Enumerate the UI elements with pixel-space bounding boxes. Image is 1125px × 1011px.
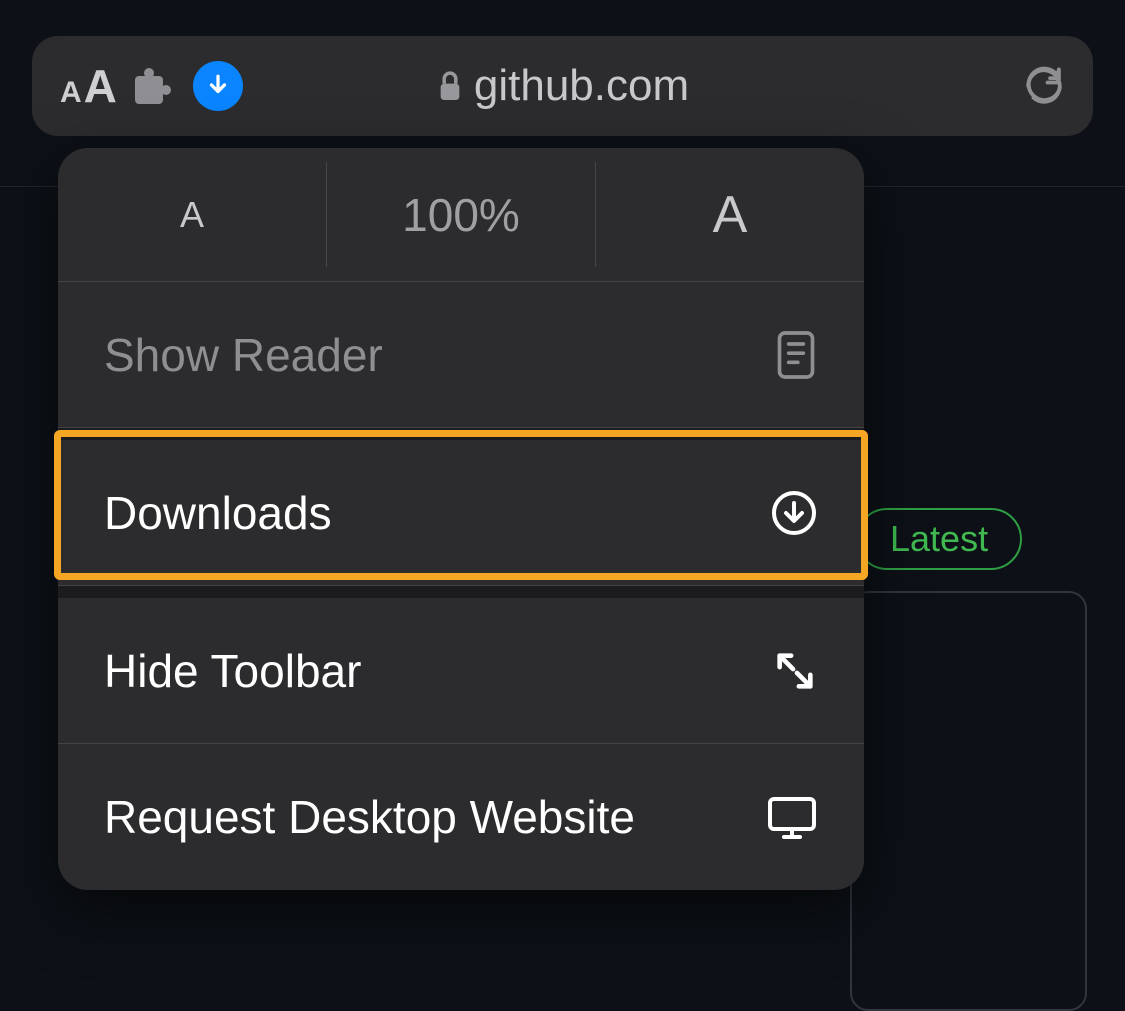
text-size-icon[interactable]: AA [60,59,117,113]
menu-label: Downloads [104,486,332,540]
extensions-icon[interactable] [135,68,175,104]
browser-chrome-top: AA github.com [0,0,1125,160]
desktop-icon [766,794,818,840]
reader-icon [774,329,818,381]
hide-toolbar-item[interactable]: Hide Toolbar [58,598,864,744]
page-settings-menu: A 100% A Show Reader Downloads Hide Tool… [58,148,864,890]
url-bar-left-controls: AA [60,59,243,113]
downloads-indicator-icon[interactable] [193,61,243,111]
zoom-level[interactable]: 100% [327,148,595,281]
menu-separator [58,428,864,440]
downloads-item[interactable]: Downloads [58,440,864,586]
show-reader-item[interactable]: Show Reader [58,282,864,428]
zoom-in-button[interactable]: A [596,148,864,281]
zoom-out-button[interactable]: A [58,148,326,281]
url-domain: github.com [474,61,689,111]
lock-icon [436,69,464,103]
menu-separator [58,586,864,598]
menu-label: Show Reader [104,328,383,382]
menu-label: Request Desktop Website [104,790,635,844]
request-desktop-item[interactable]: Request Desktop Website [58,744,864,890]
menu-label: Hide Toolbar [104,644,361,698]
reload-icon [1023,65,1065,107]
expand-icon [772,648,818,694]
reload-button[interactable] [1023,65,1065,107]
url-bar[interactable]: AA github.com [32,36,1093,136]
zoom-row: A 100% A [58,148,864,282]
release-card [850,591,1087,1011]
download-circle-icon [770,489,818,537]
latest-badge: Latest [856,508,1022,570]
